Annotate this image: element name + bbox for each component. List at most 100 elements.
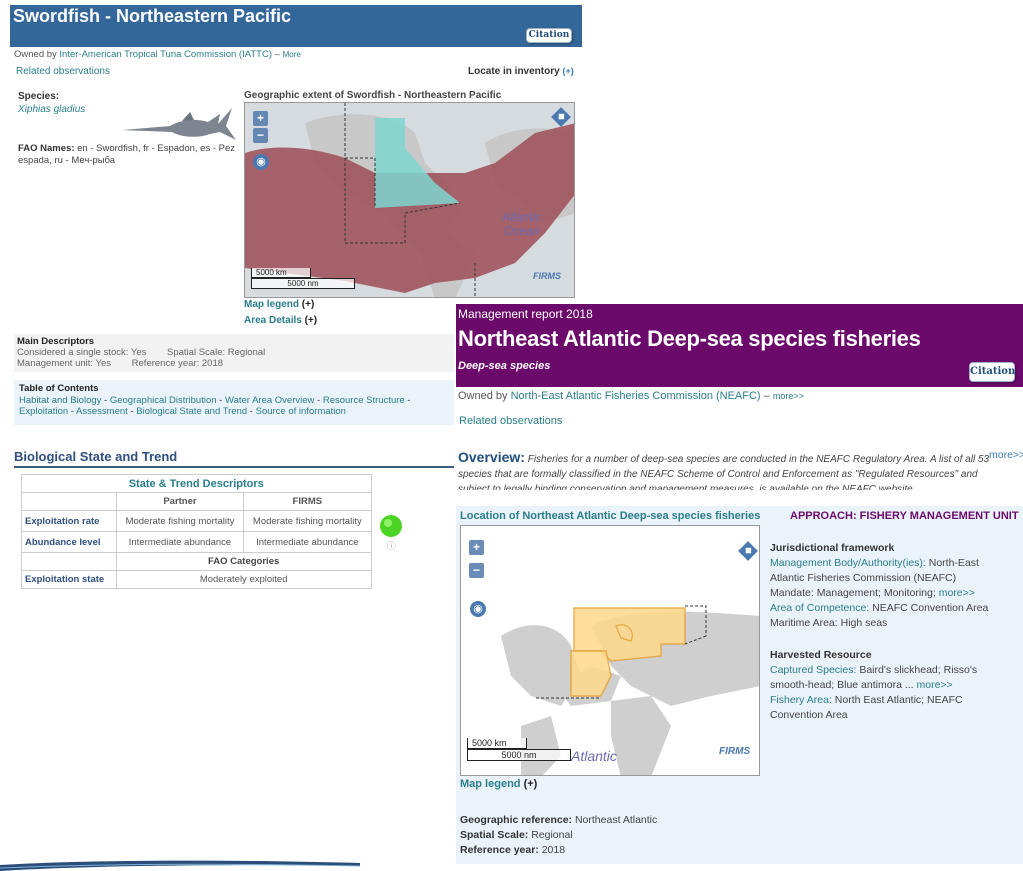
- owner-more-link[interactable]: More: [283, 50, 301, 59]
- page-subtitle: Deep-sea species: [458, 360, 551, 372]
- toc-link[interactable]: Habitat and Biology: [19, 395, 101, 406]
- citation-button[interactable]: Citation: [526, 28, 572, 43]
- zoom-in-icon[interactable]: +: [253, 111, 268, 126]
- table-row: Exploitation rate Moderate fishing morta…: [21, 510, 412, 550]
- toc-link[interactable]: Assessment: [76, 406, 128, 417]
- ocean-label-line1: Atlantic: [502, 210, 542, 224]
- mandate-label: Mandate:: [770, 587, 814, 599]
- toc-title: Table of Contents: [19, 383, 99, 394]
- jurisdictional-title: Jurisdictional framework: [770, 542, 895, 554]
- panel2-header: Management report 2018 Northeast Atlanti…: [456, 304, 1023, 387]
- owner-prefix: Owned by: [14, 49, 57, 60]
- info-icon[interactable]: ⓘ: [375, 541, 409, 551]
- reference-year-label: Reference year:: [460, 844, 539, 856]
- status-green-icon: [380, 514, 403, 537]
- firms-value: Moderate fishing mortality: [243, 510, 372, 532]
- map-legend-link[interactable]: Map legend: [460, 778, 521, 790]
- map-legend[interactable]: Map legend (+): [244, 299, 314, 310]
- citation-button[interactable]: Citation: [969, 362, 1015, 382]
- maritime-area-value: High seas: [840, 617, 888, 629]
- table-header: State & Trend Descriptors: [21, 474, 372, 493]
- area-of-competence-link[interactable]: Area of Competence:: [770, 602, 869, 614]
- ocean-label-line2: Ocean: [504, 224, 540, 238]
- globe-icon[interactable]: ◉: [253, 154, 269, 170]
- management-body-link[interactable]: Management Body/Authority(ies):: [770, 557, 926, 569]
- scale-bar: 5000 km 5000 nm: [467, 738, 571, 761]
- reference-year-value: 2018: [541, 844, 566, 856]
- owner-line: Owned by North-East Atlantic Fisheries C…: [458, 390, 804, 402]
- main-descriptors-title: Main Descriptors: [17, 336, 95, 347]
- scale-km: 5000 km: [251, 268, 311, 278]
- neafc-area-shape: [570, 650, 612, 697]
- empty-cell: [371, 493, 411, 511]
- related-observations-link[interactable]: Related observations: [459, 415, 562, 427]
- toc-link[interactable]: Source of information: [256, 406, 346, 417]
- owner-more-link[interactable]: more>>: [773, 391, 804, 401]
- approach-label: APPROACH: FISHERY MANAGEMENT UNIT: [790, 510, 1019, 522]
- empty-cell: [21, 492, 117, 511]
- stock-map[interactable]: + − ◉ ◆ Atlantic Ocean 5000 km 5000 nm F…: [244, 102, 575, 298]
- species-link[interactable]: Xiphias gladius: [18, 104, 85, 115]
- fishery-area-link[interactable]: Fishery Area:: [770, 694, 832, 706]
- owner-separator: –: [763, 390, 770, 402]
- status-cell: ⓘ: [371, 511, 411, 553]
- empty-cell: [371, 553, 411, 571]
- map-legend[interactable]: Map legend (+): [460, 778, 537, 790]
- location-title: Location of Northeast Atlantic Deep-sea …: [460, 510, 761, 522]
- row-label: Exploitation rate: [21, 510, 117, 532]
- fao-categories-header: FAO Categories: [115, 552, 372, 571]
- zoom-out-icon[interactable]: −: [469, 563, 484, 578]
- expand-icon[interactable]: (+): [305, 315, 318, 326]
- owner-prefix: Owned by: [458, 390, 508, 402]
- table-row: Exploitation state Moderately exploited: [21, 570, 412, 589]
- management-unit-label: Management unit:: [17, 358, 94, 369]
- scale-km: 5000 km: [467, 738, 527, 749]
- overview-label: Overview:: [458, 450, 525, 465]
- owner-link[interactable]: Inter-American Tropical Tuna Commission …: [59, 49, 272, 60]
- area-details-link[interactable]: Area Details: [244, 315, 302, 326]
- map-title: Geographic extent of Swordfish - Northea…: [244, 90, 502, 101]
- area-details[interactable]: Area Details (+): [244, 315, 317, 326]
- captured-species-link[interactable]: Captured Species:: [770, 664, 856, 676]
- owner-link[interactable]: North-East Atlantic Fisheries Commission…: [511, 390, 761, 402]
- scale-nm: 5000 nm: [467, 749, 571, 761]
- zoom-out-icon[interactable]: −: [253, 128, 268, 143]
- toc-link[interactable]: Resource Structure: [323, 395, 405, 406]
- section-title: Biological State and Trend: [14, 449, 454, 468]
- mandate-more-link[interactable]: more>>: [939, 587, 975, 599]
- captured-more-link[interactable]: more>>: [917, 679, 953, 691]
- related-observations-link[interactable]: Related observations: [16, 66, 110, 77]
- expand-icon[interactable]: (+): [524, 778, 538, 790]
- overview-more-link[interactable]: more>>: [989, 449, 1023, 461]
- expand-icon[interactable]: (+): [562, 66, 573, 76]
- page-title: Swordfish - Northeastern Pacific: [13, 6, 292, 26]
- spatial-scale-value: Regional: [531, 829, 573, 841]
- table-row: Abundance level Intermediate abundance I…: [21, 531, 412, 553]
- fishery-map[interactable]: + − ◉ ◆ Atlantic 5000 km 5000 nm FIRMS: [460, 525, 760, 776]
- locate-in-inventory[interactable]: Locate in inventory (+): [468, 66, 574, 77]
- expand-icon[interactable]: (+): [302, 299, 315, 310]
- toc-link[interactable]: Water Area Overview: [225, 395, 314, 406]
- map-legend-link[interactable]: Map legend: [244, 299, 299, 310]
- spatial-scale-label: Spatial Scale:: [167, 347, 226, 358]
- reference-year-label: Reference year:: [131, 358, 200, 369]
- toc-link[interactable]: Exploitation: [19, 406, 68, 417]
- col-partner: Partner: [115, 492, 245, 511]
- table-of-contents: Table of Contents Habitat and Biology - …: [14, 380, 454, 425]
- state-trend-table: State & Trend Descriptors Partner FIRMS …: [21, 474, 411, 589]
- firms-logo: FIRMS: [533, 271, 561, 281]
- zoom-in-icon[interactable]: +: [469, 540, 484, 555]
- toc-link[interactable]: Biological State and Trend: [136, 406, 247, 417]
- reference-year-value: 2018: [201, 358, 224, 369]
- partner-value: Moderate fishing mortality: [115, 510, 245, 532]
- decorative-stripe: [0, 860, 360, 871]
- toc-link[interactable]: Geographical Distribution: [110, 395, 217, 406]
- page-title: Northeast Atlantic Deep-sea species fish…: [458, 326, 921, 351]
- ocean-label: Atlantic: [571, 748, 617, 764]
- maritime-area-label: Maritime Area:: [770, 617, 838, 629]
- row-label: Exploitation state: [21, 570, 117, 589]
- panel1-header: Swordfish - Northeastern Pacific Citatio…: [10, 5, 582, 47]
- area-of-competence-value: NEAFC Convention Area: [872, 602, 989, 614]
- empty-cell: [21, 552, 117, 571]
- globe-icon[interactable]: ◉: [470, 601, 486, 617]
